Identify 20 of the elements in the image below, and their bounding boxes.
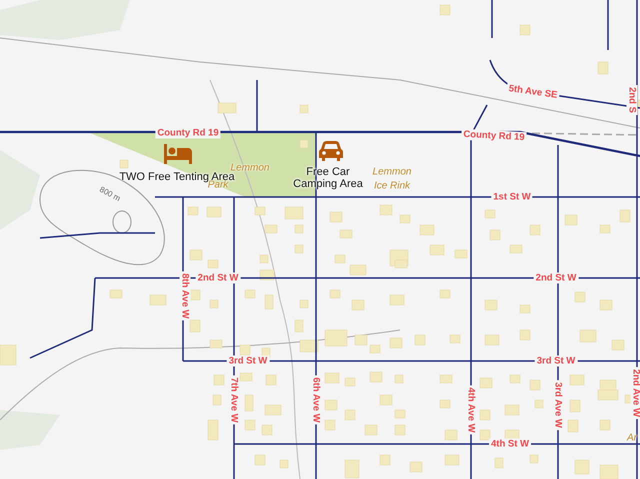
place-label: Ice Rink bbox=[374, 180, 410, 192]
street-label: County Rd 19 bbox=[155, 128, 221, 138]
bed-icon bbox=[164, 144, 192, 164]
street-label: 4th St W bbox=[489, 438, 531, 450]
street-label: 2nd St W bbox=[196, 272, 240, 284]
place-label: Lemmon bbox=[230, 162, 270, 174]
street-label: 3rd St W bbox=[534, 356, 578, 366]
street-label: 7th Ave W bbox=[228, 375, 240, 425]
contour-label: 800 m bbox=[98, 184, 122, 204]
street-label: County Rd 19 bbox=[461, 128, 527, 144]
car-icon bbox=[319, 141, 343, 161]
street-label: 2nd St W bbox=[534, 272, 578, 284]
street-label: 4th Ave W bbox=[466, 385, 476, 435]
place-label: Lemmon bbox=[372, 166, 412, 178]
street-label: 2nd S bbox=[626, 85, 638, 115]
street-label: 6th Ave W bbox=[310, 375, 322, 425]
street-label: 8th Ave W bbox=[180, 271, 190, 321]
street-label: 3rd St W bbox=[226, 356, 270, 366]
street-label: 3rd Ave W bbox=[552, 380, 564, 430]
street-label: 1st St W bbox=[491, 192, 533, 202]
